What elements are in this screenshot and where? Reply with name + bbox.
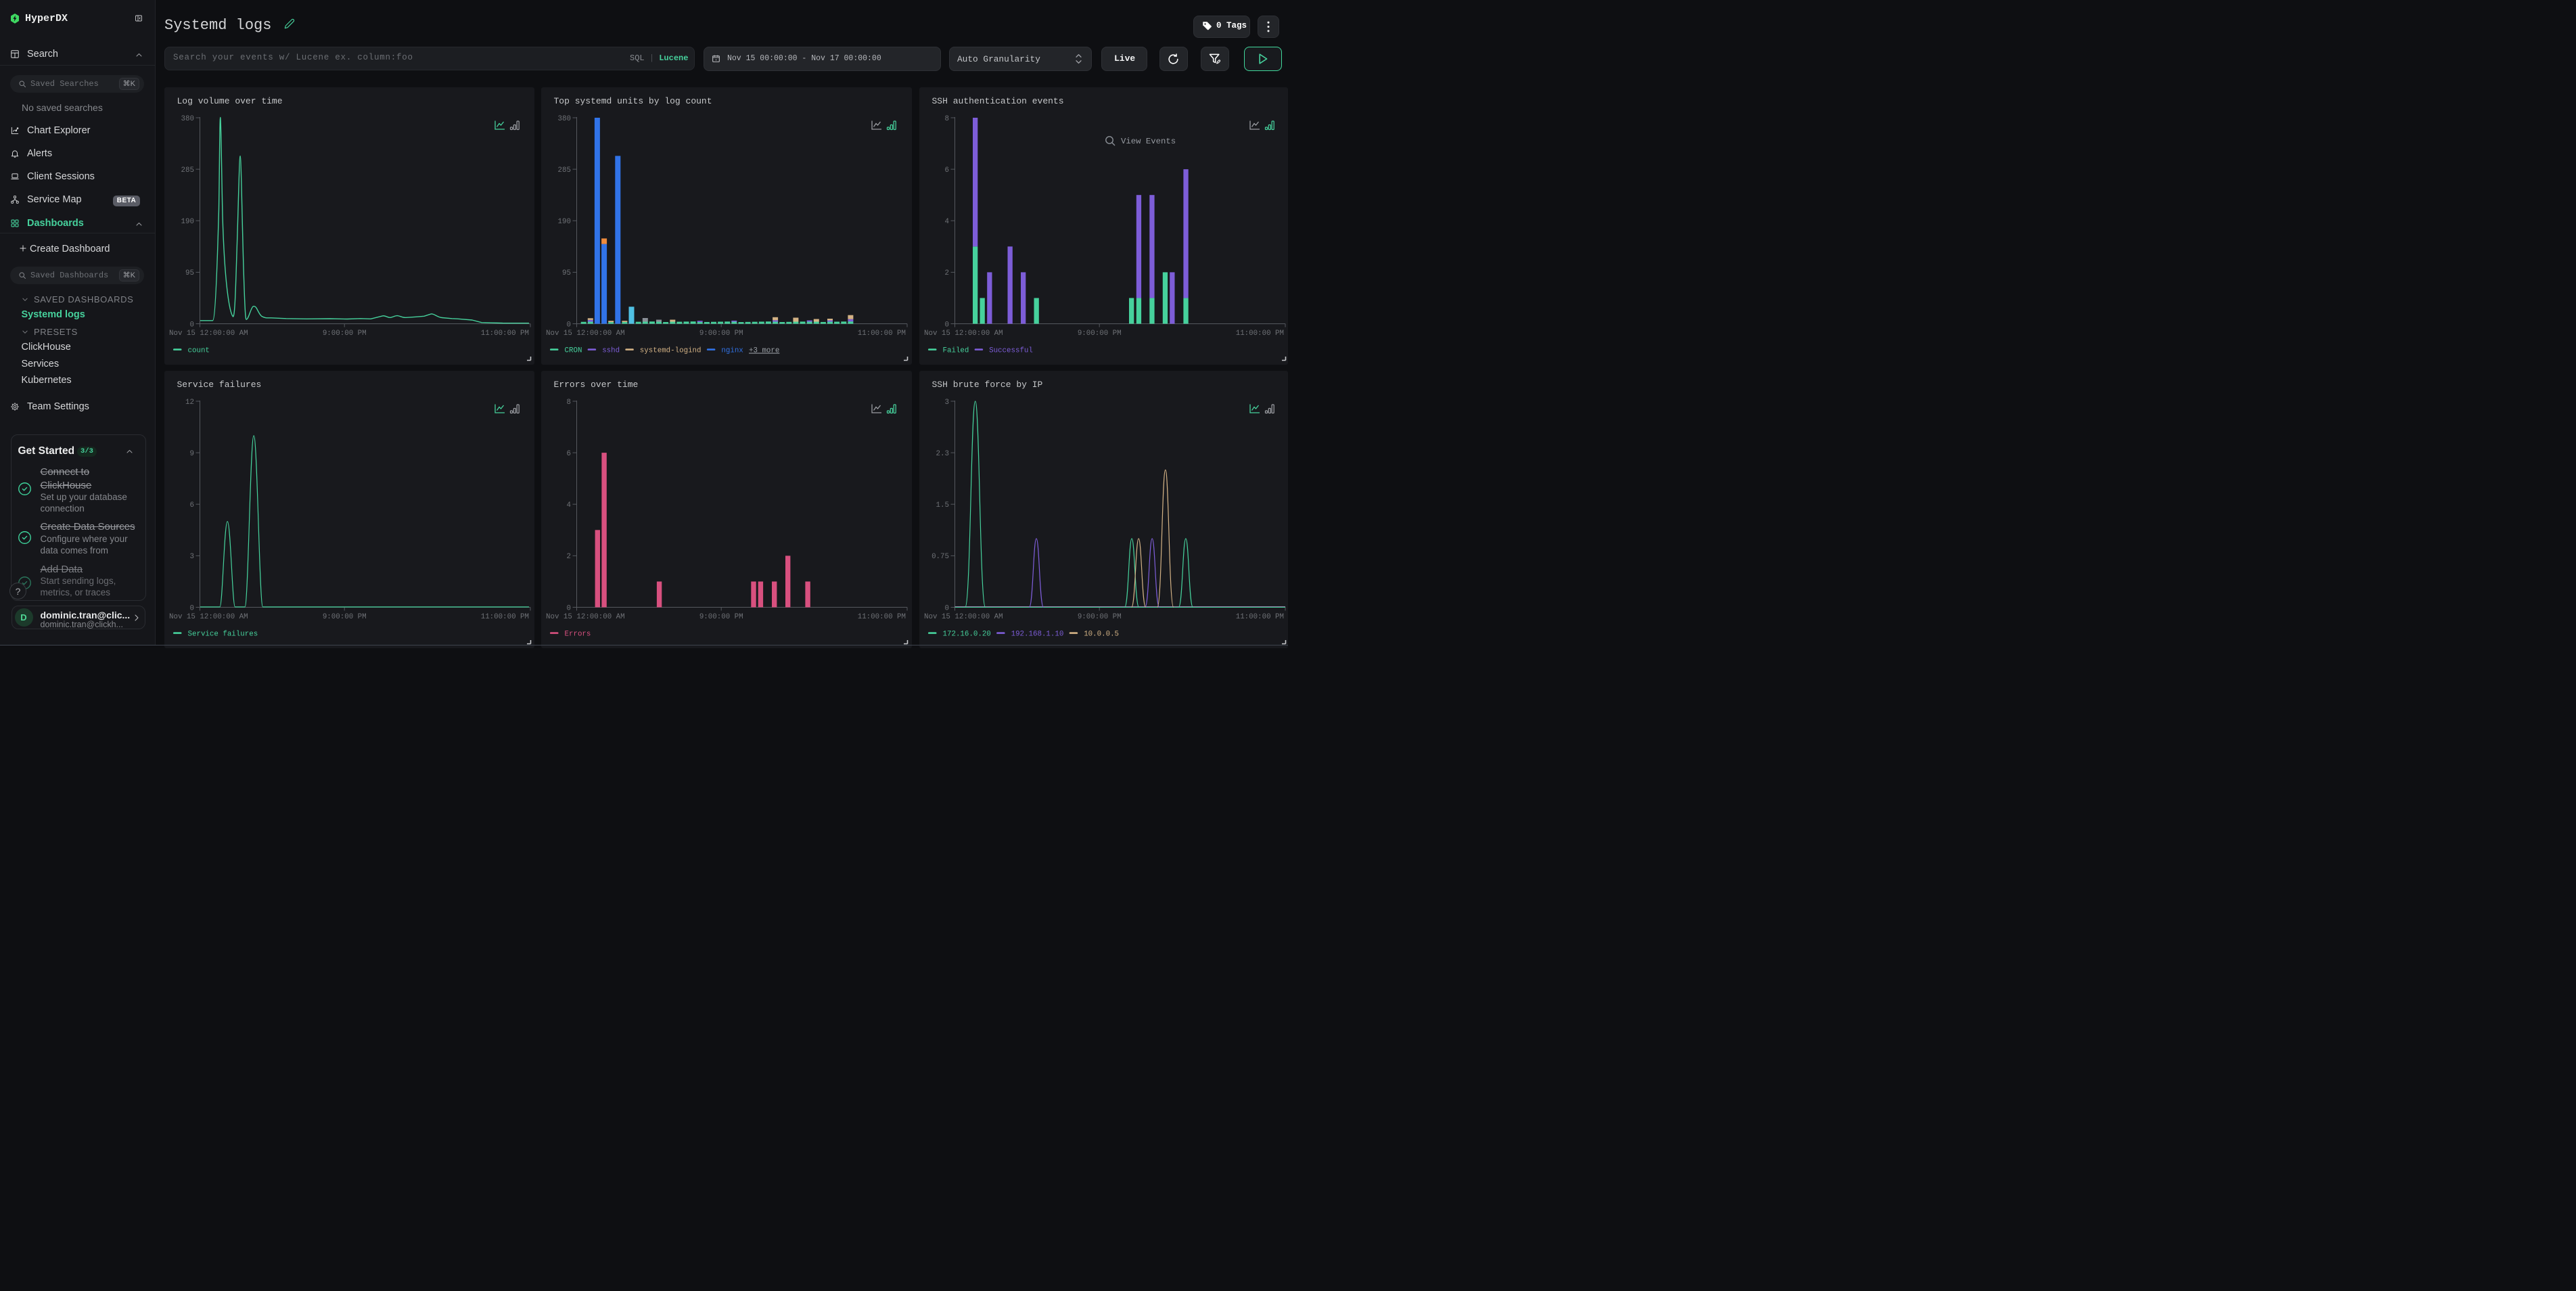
- svg-text:380: 380: [558, 115, 571, 123]
- svg-text:8: 8: [567, 398, 571, 406]
- svg-text:9:00:00 PM: 9:00:00 PM: [323, 613, 367, 621]
- svg-text:3: 3: [190, 553, 194, 561]
- svg-text:1.5: 1.5: [936, 501, 949, 509]
- svg-text:6: 6: [567, 449, 571, 457]
- svg-text:11:00:00 PM: 11:00:00 PM: [481, 330, 529, 338]
- svg-text:+3 more: +3 more: [749, 347, 779, 355]
- svg-text:Successful: Successful: [989, 347, 1033, 355]
- svg-text:Service failures: Service failures: [177, 380, 262, 390]
- svg-text:CRON: CRON: [565, 347, 582, 355]
- svg-text:9:00:00 PM: 9:00:00 PM: [1078, 613, 1122, 621]
- svg-text:0: 0: [945, 321, 949, 329]
- svg-text:0: 0: [190, 321, 194, 329]
- svg-text:Nov 15 12:00:00 AM: Nov 15 12:00:00 AM: [924, 330, 1003, 338]
- svg-text:11:00:00 PM: 11:00:00 PM: [481, 613, 529, 621]
- svg-text:Nov 15 12:00:00 AM: Nov 15 12:00:00 AM: [546, 613, 625, 621]
- svg-text:6: 6: [190, 501, 194, 509]
- svg-text:3: 3: [945, 398, 949, 406]
- svg-text:6: 6: [945, 166, 949, 175]
- svg-text:285: 285: [558, 166, 571, 175]
- svg-text:systemd-logind: systemd-logind: [640, 347, 702, 355]
- svg-text:380: 380: [181, 115, 194, 123]
- svg-text:8: 8: [945, 115, 949, 123]
- svg-text:Top systemd units by log count: Top systemd units by log count: [554, 96, 712, 106]
- svg-text:11:00:00 PM: 11:00:00 PM: [1236, 330, 1284, 338]
- svg-text:Nov 15 12:00:00 AM: Nov 15 12:00:00 AM: [169, 330, 248, 338]
- svg-text:9:00:00 PM: 9:00:00 PM: [699, 613, 743, 621]
- svg-text:285: 285: [181, 166, 194, 175]
- svg-text:11:00:00 PM: 11:00:00 PM: [858, 613, 906, 621]
- svg-text:10.0.0.5: 10.0.0.5: [1084, 630, 1119, 638]
- svg-text:190: 190: [181, 218, 194, 226]
- svg-text:2: 2: [945, 269, 949, 277]
- svg-text:11:00:00 PM: 11:00:00 PM: [1236, 613, 1284, 621]
- svg-text:Failed: Failed: [943, 347, 969, 355]
- svg-text:nginx: nginx: [721, 347, 743, 355]
- svg-text:95: 95: [562, 269, 571, 277]
- svg-text:0.75: 0.75: [932, 553, 949, 561]
- svg-text:SSH brute force by IP: SSH brute force by IP: [932, 380, 1043, 390]
- svg-text:9:00:00 PM: 9:00:00 PM: [699, 330, 743, 338]
- svg-text:Nov 15 12:00:00 AM: Nov 15 12:00:00 AM: [924, 613, 1003, 621]
- svg-text:9:00:00 PM: 9:00:00 PM: [323, 330, 367, 338]
- svg-text:9: 9: [190, 449, 194, 457]
- svg-text:SSH authentication events: SSH authentication events: [932, 96, 1064, 106]
- svg-text:sshd: sshd: [602, 347, 620, 355]
- svg-text:Nov 15 12:00:00 AM: Nov 15 12:00:00 AM: [169, 613, 248, 621]
- svg-text:12: 12: [185, 398, 194, 406]
- svg-text:11:00:00 PM: 11:00:00 PM: [858, 330, 906, 338]
- svg-text:95: 95: [185, 269, 194, 277]
- svg-text:Errors: Errors: [565, 630, 591, 638]
- svg-text:2.3: 2.3: [936, 449, 949, 457]
- svg-text:View Events: View Events: [1121, 137, 1176, 146]
- svg-text:Nov 15 12:00:00 AM: Nov 15 12:00:00 AM: [546, 330, 625, 338]
- svg-text:9:00:00 PM: 9:00:00 PM: [1078, 330, 1122, 338]
- svg-text:190: 190: [558, 218, 571, 226]
- svg-text:0: 0: [945, 604, 949, 612]
- svg-text:172.16.0.20: 172.16.0.20: [943, 630, 991, 638]
- svg-text:Errors over time: Errors over time: [554, 380, 639, 390]
- svg-text:2: 2: [567, 553, 571, 561]
- svg-text:0: 0: [567, 604, 571, 612]
- svg-text:Service failures: Service failures: [188, 630, 258, 638]
- svg-text:0: 0: [190, 604, 194, 612]
- svg-text:4: 4: [567, 501, 571, 509]
- svg-text:4: 4: [945, 218, 949, 226]
- svg-text:Log volume over time: Log volume over time: [177, 96, 283, 106]
- svg-text:count: count: [188, 347, 210, 355]
- svg-text:0: 0: [567, 321, 571, 329]
- svg-text:192.168.1.10: 192.168.1.10: [1011, 630, 1064, 638]
